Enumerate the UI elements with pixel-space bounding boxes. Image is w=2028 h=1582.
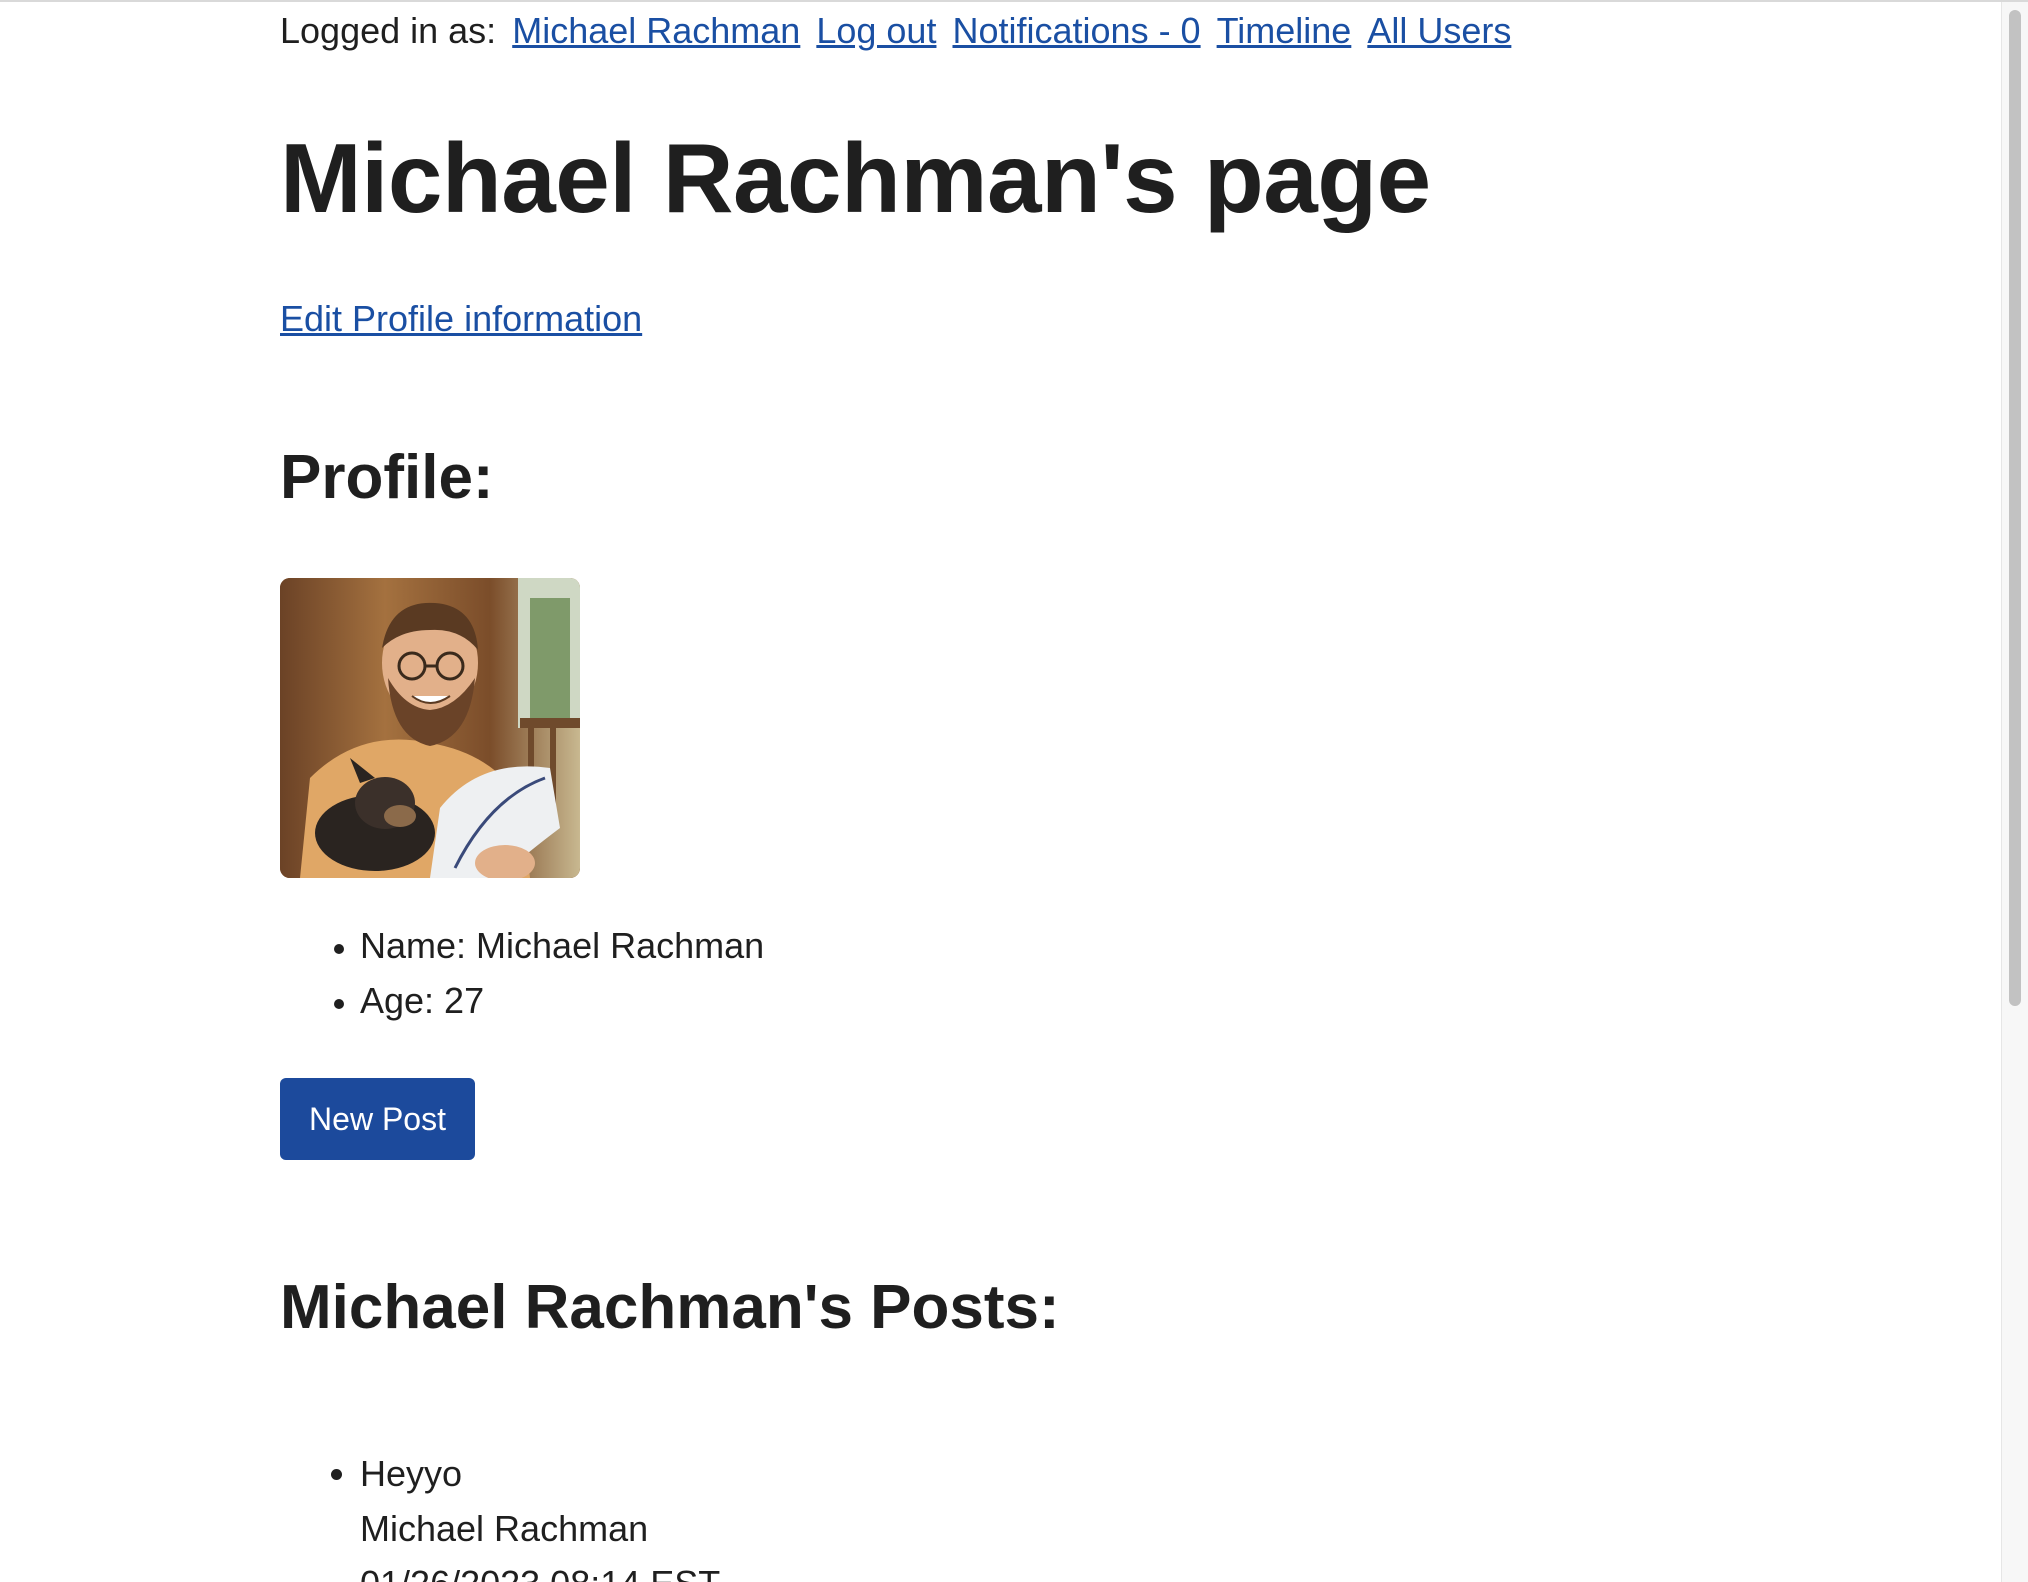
post-text: Heyyo bbox=[360, 1453, 463, 1494]
current-user-link[interactable]: Michael Rachman bbox=[512, 10, 800, 51]
timeline-link[interactable]: Timeline bbox=[1217, 10, 1352, 51]
all-users-link[interactable]: All Users bbox=[1367, 10, 1511, 51]
profile-name: Name: Michael Rachman bbox=[360, 918, 764, 973]
profile-age: Age: 27 bbox=[360, 973, 764, 1028]
post-author: Michael Rachman bbox=[360, 1508, 649, 1549]
page-viewport: Logged in as: Michael Rachman Log out No… bbox=[0, 0, 2028, 1582]
scrollbar-thumb[interactable] bbox=[2009, 10, 2021, 1006]
vertical-scrollbar[interactable] bbox=[2001, 2, 2028, 1582]
profile-avatar bbox=[280, 578, 580, 878]
top-navigation: Logged in as: Michael Rachman Log out No… bbox=[280, 10, 1511, 52]
logged-in-label: Logged in as: bbox=[280, 10, 497, 51]
post-timestamp: 01/26/2023 08:14 EST bbox=[360, 1556, 720, 1582]
new-post-button[interactable]: New Post bbox=[280, 1078, 475, 1160]
notifications-link[interactable]: Notifications - 0 bbox=[952, 10, 1200, 51]
profile-heading: Profile: bbox=[280, 443, 494, 512]
edit-profile-link[interactable]: Edit Profile information bbox=[280, 298, 642, 340]
profile-details-list: Name: Michael Rachman Age: 27 bbox=[280, 918, 764, 1028]
profile-photo-image bbox=[280, 578, 580, 878]
page-title: Michael Rachman's page bbox=[280, 123, 1431, 233]
posts-heading: Michael Rachman's Posts: bbox=[280, 1273, 1060, 1342]
posts-list: Heyyo Michael Rachman 01/26/2023 08:14 E… bbox=[280, 1446, 720, 1582]
logout-link[interactable]: Log out bbox=[816, 10, 936, 51]
list-item: Heyyo Michael Rachman 01/26/2023 08:14 E… bbox=[360, 1446, 720, 1582]
